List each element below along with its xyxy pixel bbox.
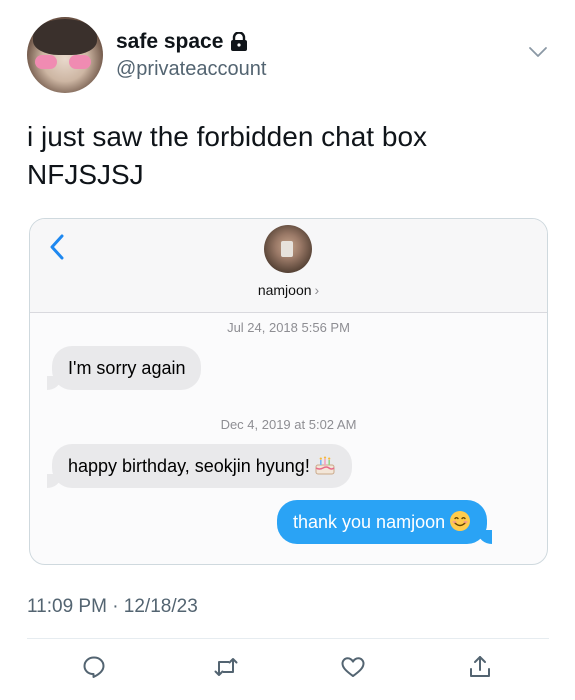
contact-avatar[interactable]	[264, 225, 312, 273]
contact-name-row[interactable]: namjoon ›	[30, 282, 547, 298]
share-icon[interactable]	[467, 654, 493, 680]
message-timestamp: Jul 24, 2018 5:56 PM	[227, 320, 350, 335]
tweet-text: i just saw the forbidden chat box NFJSJS…	[27, 121, 428, 190]
message-text: happy birthday, seokjin hyung!	[68, 456, 310, 476]
tweet-action-bar	[0, 654, 575, 680]
divider	[27, 638, 549, 639]
chat-header: namjoon ›	[30, 219, 547, 313]
tweet-timestamp[interactable]: 11:09 PM · 12/18/23	[27, 596, 198, 618]
author-name-row[interactable]: safe space	[116, 30, 248, 54]
message-text: thank you namjoon	[293, 512, 446, 532]
message-timestamp: Dec 4, 2019 at 5:02 AM	[220, 417, 357, 432]
chevron-down-icon[interactable]	[527, 44, 549, 60]
retweet-icon[interactable]	[213, 654, 239, 680]
like-icon[interactable]	[340, 654, 366, 680]
user-handle[interactable]: @privateaccount	[116, 58, 266, 81]
message-text: I'm sorry again	[68, 358, 186, 378]
attached-image-card[interactable]: namjoon › Jul 24, 2018 5:56 PM I'm sorry …	[29, 218, 548, 565]
message-bubble-incoming[interactable]: I'm sorry again	[46, 346, 202, 390]
contact-name: namjoon	[257, 282, 312, 298]
back-chevron-icon[interactable]	[47, 233, 67, 261]
birthday-cake-icon	[315, 456, 335, 475]
message-bubble-outgoing[interactable]: thank you namjoon	[277, 500, 493, 544]
smiling-face-icon	[450, 511, 471, 531]
profile-avatar[interactable]	[27, 17, 103, 93]
display-name[interactable]: safe space	[116, 30, 223, 54]
chevron-right-icon: ›	[314, 282, 320, 298]
lock-icon	[231, 32, 248, 51]
reply-icon[interactable]	[81, 654, 107, 680]
message-bubble-incoming[interactable]: happy birthday, seokjin hyung!	[47, 444, 352, 488]
